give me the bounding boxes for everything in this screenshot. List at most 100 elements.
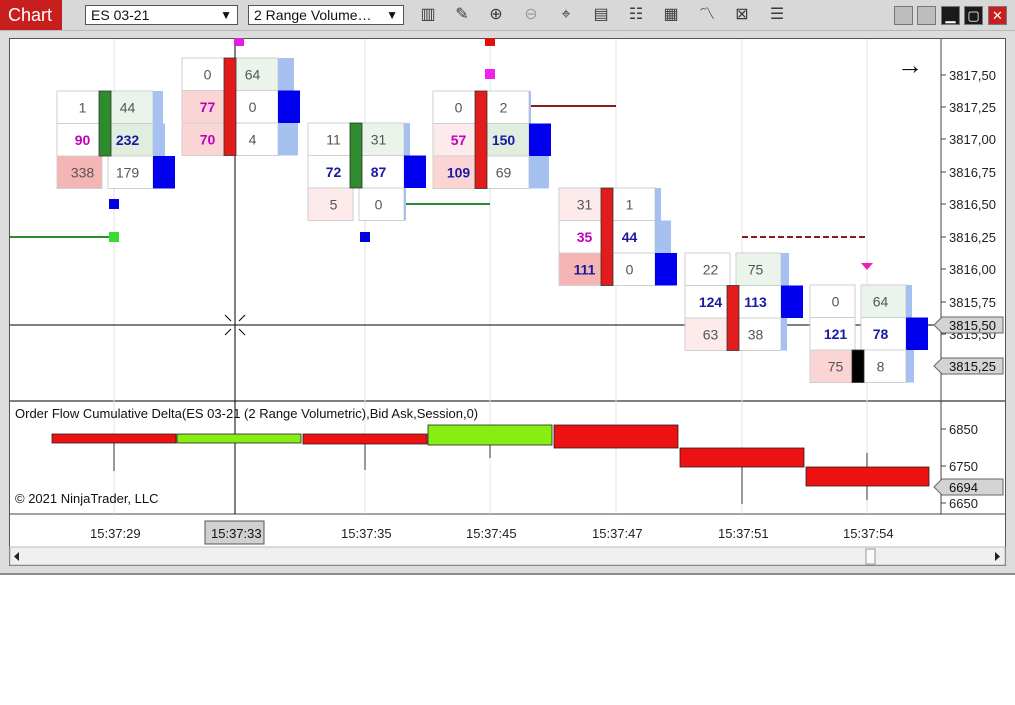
price-label: 3816,75	[949, 165, 996, 180]
bid-volume: 0	[204, 66, 212, 82]
price-ticks	[941, 74, 946, 335]
volume-profile-bar	[655, 253, 677, 286]
candle-body	[223, 57, 237, 156]
candle-body	[349, 122, 363, 189]
horizontal-scrollbar[interactable]	[9, 546, 1006, 566]
ask-volume: 4	[249, 131, 257, 147]
bid-volume: 70	[200, 131, 216, 147]
triangle-down-marker	[861, 263, 873, 270]
indicator-last-value-callout: 6694	[933, 478, 1004, 496]
volume-profile-bar	[781, 253, 789, 286]
ask-volume: 232	[116, 132, 140, 148]
candle-body	[98, 90, 112, 157]
ask-volume: 113	[744, 294, 767, 310]
footprint-bar[interactable]: 0 64 121 78 75 8	[809, 284, 928, 383]
volume-profile-bar	[655, 220, 671, 253]
square-marker	[360, 232, 370, 242]
bid-volume: 338	[71, 164, 95, 180]
time-label: 15:37:47	[592, 526, 643, 541]
price-label: 3816,50	[949, 197, 996, 212]
chart-canvas[interactable]: 3817,50 3817,25 3817,00 3816,75 3816,50 …	[0, 0, 1015, 573]
ask-volume: 1	[626, 196, 634, 212]
crosshair-time-label: 15:37:33	[211, 526, 262, 541]
candle-body	[600, 187, 614, 286]
delta-bar-negative[interactable]	[679, 447, 805, 468]
ask-volume: 38	[748, 326, 764, 342]
bid-volume: 31	[577, 196, 593, 212]
square-marker	[109, 232, 119, 242]
price-axis[interactable]: 3817,50 3817,25 3817,00 3816,75 3816,50 …	[941, 68, 996, 342]
scrollbar-thumb[interactable]	[865, 548, 876, 565]
ask-volume: 0	[249, 99, 257, 115]
price-label: 3817,50	[949, 68, 996, 83]
volume-profile-bar	[404, 123, 410, 156]
volume-profile-bar	[529, 123, 551, 156]
delta-bar-negative[interactable]	[553, 424, 679, 449]
volume-profile-bar	[906, 317, 928, 350]
volume-profile-bar	[906, 285, 912, 318]
bid-volume: 11	[326, 131, 341, 147]
time-label: 15:37:54	[843, 526, 894, 541]
footprint-layer[interactable]: 1 4490 232338 1790 6477 070 4 11 3172 875 00 257 150…	[56, 57, 928, 383]
candle-body	[726, 285, 740, 351]
bid-volume: 1	[79, 99, 87, 115]
footprint-bar[interactable]: 11 31 72 87 5 0	[307, 122, 426, 221]
volume-profile-bar	[906, 350, 914, 383]
volume-profile-bar	[404, 188, 406, 221]
ask-volume: 64	[873, 293, 889, 309]
bid-volume: 121	[824, 326, 848, 342]
delta-bar-positive[interactable]	[176, 433, 302, 444]
bid-volume: 0	[455, 99, 463, 115]
indicator-title: Order Flow Cumulative Delta(ES 03-21 (2 …	[15, 406, 478, 421]
square-marker	[234, 38, 244, 46]
volume-profile-bar	[153, 156, 175, 189]
ask-volume: 2	[500, 99, 508, 115]
time-label: 15:37:51	[718, 526, 769, 541]
footprint-bar[interactable]: 31 1 35 44 111 0	[558, 187, 677, 286]
time-axis[interactable]: 15:37:29 15:37:33 15:37:35 15:37:45 15:3…	[90, 520, 894, 545]
price-label: 3815,75	[949, 295, 996, 310]
delta-bar-negative[interactable]	[51, 433, 177, 444]
bid-volume: 22	[703, 261, 719, 277]
price-label: 3816,00	[949, 262, 996, 277]
volume-profile-bar	[529, 156, 549, 189]
scrollbar-track[interactable]	[9, 546, 1006, 566]
volume-profile-bar	[278, 123, 298, 156]
volume-profile-bar	[404, 155, 426, 188]
delta-bar-negative[interactable]	[805, 466, 930, 487]
volume-profile-bar	[278, 90, 300, 123]
bid-volume: 124	[699, 294, 723, 310]
footprint-bar[interactable]: 22 75 124 113 63 38	[684, 252, 803, 351]
ask-volume: 78	[873, 326, 889, 342]
ask-volume: 31	[371, 131, 387, 147]
delta-bar-negative[interactable]	[302, 433, 428, 445]
footprint-bar[interactable]: 0 64 77 0 70 4	[181, 57, 300, 156]
ask-volume: 87	[371, 164, 387, 180]
indicator-axis-label: 6850	[949, 422, 978, 437]
square-marker	[109, 199, 119, 209]
ask-volume: 44	[622, 229, 638, 245]
volume-profile-bar	[153, 91, 163, 124]
time-label: 15:37:35	[341, 526, 392, 541]
ask-volume: 0	[626, 261, 634, 277]
delta-bar-positive[interactable]	[427, 424, 553, 446]
ask-volume: 44	[120, 99, 136, 115]
price-label: 3816,25	[949, 230, 996, 245]
volume-profile-bar	[278, 58, 294, 91]
ask-volume: 69	[496, 164, 512, 180]
time-label: 15:37:45	[466, 526, 517, 541]
footprint-bar[interactable]: 1 44 90 232 338 179	[56, 90, 175, 189]
ask-volume: 150	[492, 132, 516, 148]
time-label: 15:37:29	[90, 526, 141, 541]
volume-profile-bar	[153, 123, 165, 156]
right-arrow-icon[interactable]: →	[897, 50, 923, 80]
bid-volume: 35	[577, 229, 593, 245]
volume-profile-bar	[781, 318, 787, 351]
bid-volume: 111	[574, 261, 596, 277]
bid-volume: 72	[326, 164, 342, 180]
bid-volume: 0	[832, 293, 840, 309]
indicator-axis-label: 6750	[949, 459, 978, 474]
last-price-callout: 3815,25	[933, 357, 1004, 375]
ask-volume: 0	[375, 196, 383, 212]
ask-volume: 8	[877, 358, 885, 374]
